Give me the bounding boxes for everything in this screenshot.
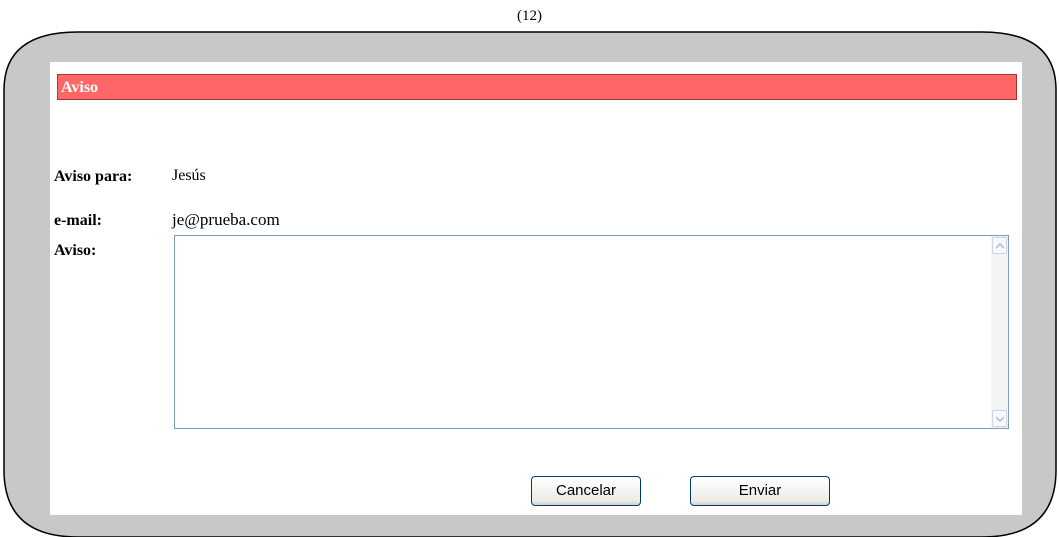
dialog-screen: Aviso Aviso para: Jesús e-mail: je@prueb… bbox=[50, 62, 1022, 515]
header-title: Aviso bbox=[61, 79, 99, 96]
cancel-button[interactable]: Cancelar bbox=[531, 476, 641, 506]
email-value: je@prueba.com bbox=[172, 210, 280, 229]
recipient-label: Aviso para: bbox=[54, 168, 133, 185]
scroll-down-icon[interactable] bbox=[992, 410, 1007, 427]
send-button[interactable]: Enviar bbox=[690, 476, 830, 506]
email-label: e-mail: bbox=[54, 212, 102, 229]
recipient-value: Jesús bbox=[172, 167, 206, 184]
message-scrollbar[interactable] bbox=[991, 236, 1008, 428]
scroll-up-icon[interactable] bbox=[992, 237, 1007, 254]
message-textarea[interactable] bbox=[174, 235, 1009, 429]
header-bar: Aviso bbox=[57, 74, 1017, 100]
message-label: Aviso: bbox=[54, 242, 97, 259]
